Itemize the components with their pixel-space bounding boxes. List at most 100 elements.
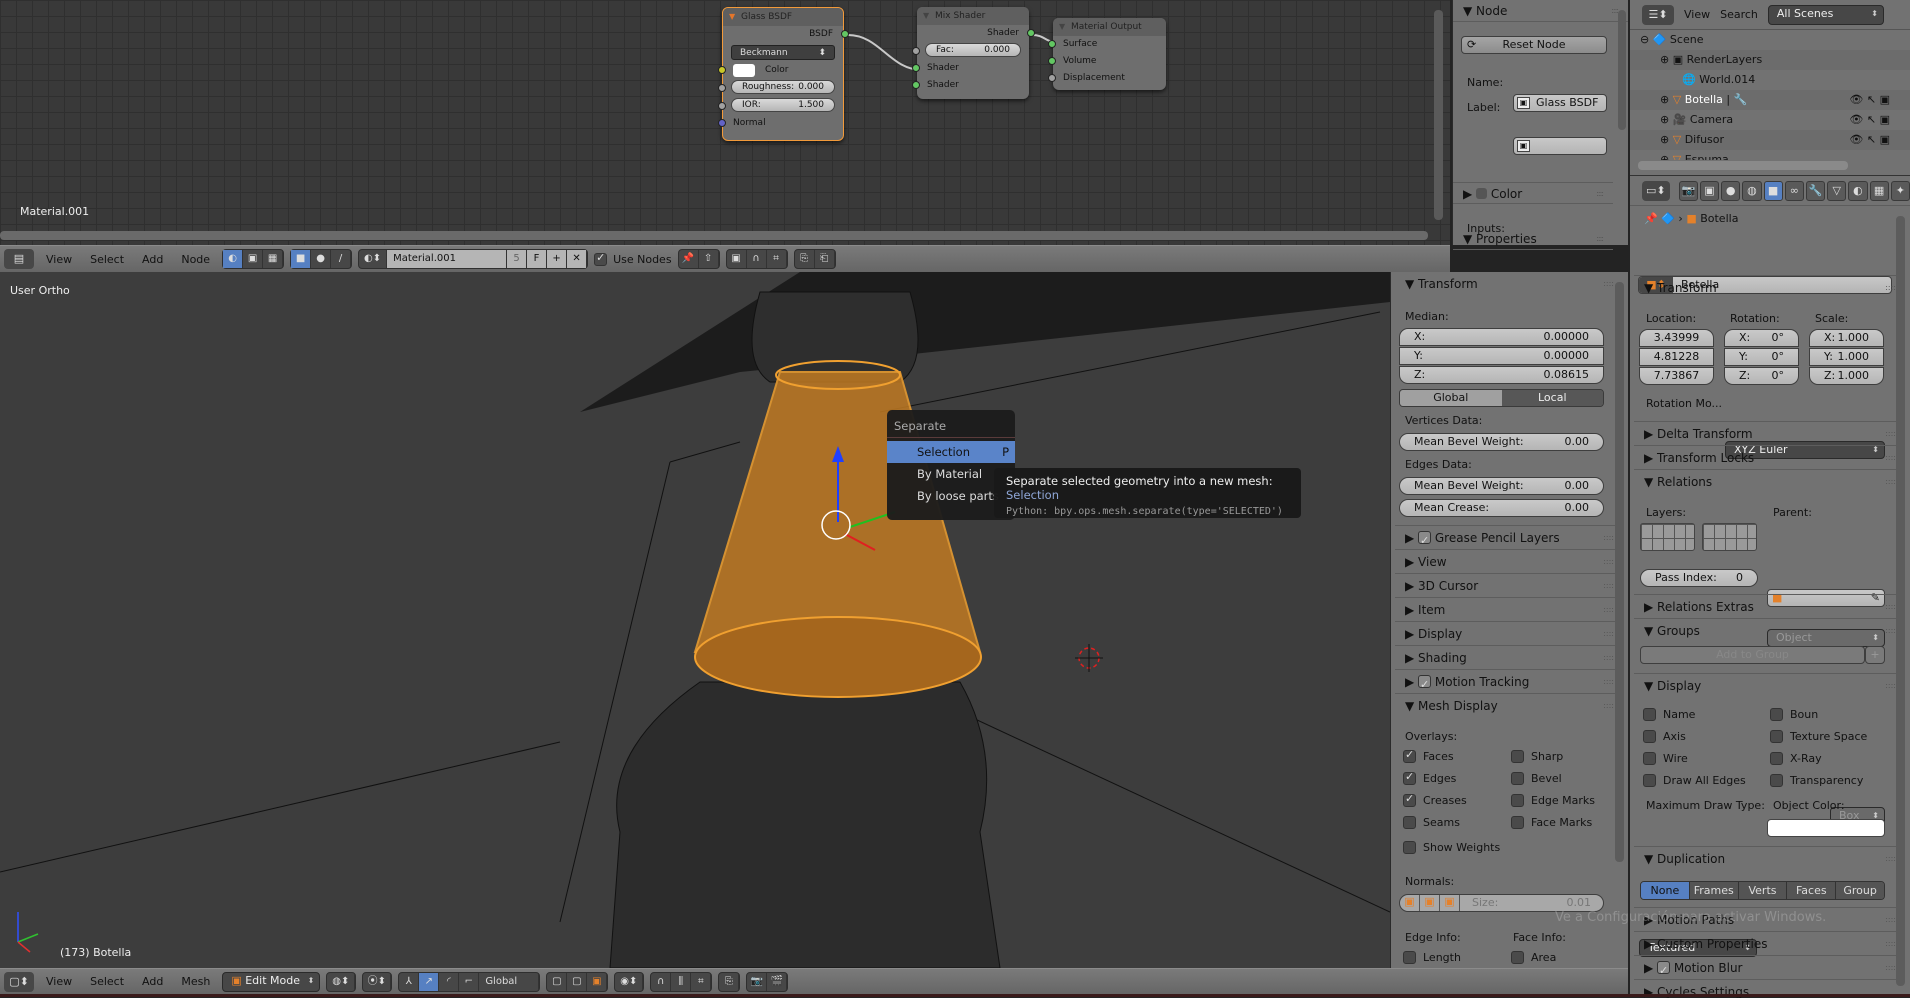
color-swatch[interactable] [733, 64, 755, 77]
collapse-icon[interactable]: ▼ [1059, 18, 1065, 36]
transform-section-header[interactable]: ▼ Transform:::: [1634, 275, 1902, 299]
display-section-header[interactable]: ▼ Display:::: [1634, 673, 1902, 697]
overlay-seams-checkbox[interactable] [1403, 816, 1416, 829]
add-to-group-button[interactable]: Add to Group [1640, 646, 1865, 664]
menu-node[interactable]: Node [175, 253, 216, 266]
menu-view[interactable]: View [40, 253, 78, 266]
users-count[interactable]: 5 [507, 250, 528, 268]
grease-pencil-checkbox[interactable] [1418, 529, 1432, 553]
copy-paste-group[interactable]: ⎘ ⎗ [793, 249, 836, 269]
node-label-field[interactable]: ▣ [1513, 137, 1607, 155]
fac-socket[interactable] [912, 47, 920, 55]
outliner-menu-search[interactable]: Search [1720, 8, 1758, 21]
viewport-shading-dropdown[interactable]: ◍⬍ [326, 971, 357, 992]
displacement-socket[interactable] [1048, 74, 1056, 82]
outliner-item-renderlayers[interactable]: ⊕ ▣ RenderLayers [1630, 50, 1910, 70]
split-normals-toggle-icon[interactable]: ▣ [1420, 895, 1440, 911]
unlink-icon[interactable]: ✕ [567, 250, 588, 268]
transform-locks-section[interactable]: ▶ Transform Locks:::: [1634, 445, 1902, 469]
mix-shader-node[interactable]: ▼ Mix Shader Shader Fac: 0.000 Shader Shad… [912, 7, 1035, 99]
shading-section[interactable]: ▶ Shading:::: [1395, 645, 1620, 669]
3d-cursor-section[interactable]: ▶ 3D Cursor:::: [1395, 573, 1620, 597]
render-tab-icon[interactable]: 📷 [1678, 180, 1698, 201]
panel-scrollbar[interactable] [1618, 10, 1626, 130]
ior-socket[interactable] [718, 102, 726, 110]
face-normals-toggle-icon[interactable]: ▣ [1440, 895, 1460, 911]
location-x-field[interactable]: 3.43999 [1639, 329, 1714, 347]
display-texture-space-checkbox[interactable] [1770, 730, 1783, 743]
shader-type-group[interactable]: ◐ ▣ ▦ [222, 249, 285, 269]
layers-grid-1[interactable] [1640, 523, 1695, 551]
overlay-face-marks-checkbox[interactable] [1511, 816, 1524, 829]
shader-output-socket[interactable] [1027, 29, 1035, 37]
location-z-field[interactable]: 7.73867 [1639, 367, 1714, 385]
add-group-plus-button[interactable]: + [1865, 646, 1885, 664]
normals-size-field[interactable]: Size: 0.01 [1460, 895, 1603, 911]
material-tab-icon[interactable]: ◐ [1848, 180, 1868, 201]
distribution-dropdown[interactable]: Beckmann⬍ [731, 45, 835, 60]
overlay-edges-checkbox[interactable] [1403, 770, 1416, 785]
display-section[interactable]: ▶ Display:::: [1395, 621, 1620, 645]
transform-section-header[interactable]: ▼ Transform:::: [1395, 272, 1620, 296]
outliner-item-difusor[interactable]: ⊕ ▽ Difusor 👁 ↖ ▣ [1630, 130, 1910, 150]
motion-blur-section[interactable]: ▶ Motion Blur:::: [1634, 955, 1902, 983]
display-xray-checkbox[interactable] [1770, 752, 1783, 765]
location-y-field[interactable]: 4.81228 [1639, 348, 1714, 366]
pin-icon[interactable]: 📌 [1644, 212, 1658, 225]
roughness-field[interactable]: Roughness: 0.000 [731, 80, 835, 94]
ior-field[interactable]: IOR: 1.500 [731, 98, 835, 112]
outliner-item-camera[interactable]: ⊕ 🎥 Camera 👁 ↖ ▣ [1630, 110, 1910, 130]
outliner-h-scrollbar[interactable] [1638, 161, 1848, 170]
fake-user-button[interactable]: F [527, 250, 548, 268]
scale-y-field[interactable]: Y: 1.000 [1809, 348, 1884, 366]
new-material-icon[interactable]: + [547, 250, 568, 268]
outliner-menu-view[interactable]: View [1684, 8, 1710, 21]
editor-type-button[interactable]: ▭⬍ [1642, 180, 1670, 201]
shader-source-group[interactable]: ■ ● / [290, 249, 353, 269]
motion-paths-section[interactable]: ▶ Motion Paths:::: [1634, 907, 1902, 931]
menu-add[interactable]: Add [136, 253, 169, 266]
scale-x-field[interactable]: X: 1.000 [1809, 329, 1884, 347]
normal-socket[interactable] [718, 119, 726, 127]
node-editor[interactable]: ▼ Glass BSDF BSDF Beckmann ⬍ Color Roughne… [0, 0, 1450, 245]
relations-extras-section[interactable]: ▶ Relations Extras:::: [1634, 594, 1902, 618]
custom-properties-section[interactable]: ▶ Custom Properties:::: [1634, 931, 1902, 955]
reset-node-button[interactable]: ⟳ Reset Node [1461, 36, 1607, 54]
select-mode-group[interactable]: ▢ ▢ ▣ [546, 971, 609, 992]
overlay-sharp-checkbox[interactable] [1511, 750, 1524, 763]
manipulator-group[interactable]: ⅄ ↗ ◜ ⌐ Global [398, 971, 541, 992]
shader-input-2-socket[interactable] [912, 81, 920, 89]
local-toggle[interactable]: Local [1501, 390, 1603, 406]
shader-input-1-socket[interactable] [912, 64, 920, 72]
editor-type-button[interactable]: ▤ [4, 249, 34, 269]
duplication-section-header[interactable]: ▼ Duplication:::: [1634, 846, 1902, 870]
edge-length-checkbox[interactable] [1403, 951, 1416, 964]
editor-type-button[interactable]: ▢⬍ [4, 971, 34, 992]
object-color-swatch[interactable] [1767, 819, 1885, 837]
menu-select[interactable]: Select [84, 253, 130, 266]
duplication-faces[interactable]: Faces [1786, 882, 1836, 899]
menu-select[interactable]: Select [84, 975, 130, 988]
world-tab-icon[interactable]: ◍ [1742, 180, 1762, 201]
material-selector[interactable]: ◐⬍ Material.001 5 F + ✕ [358, 249, 589, 269]
constraints-tab-icon[interactable]: ∞ [1784, 180, 1804, 201]
3d-viewport[interactable]: User Ortho (173) Botella Separate Select… [0, 272, 1390, 968]
rotation-x-field[interactable]: X: 0° [1724, 329, 1799, 347]
node-name-field[interactable]: ▣ Glass BSDF [1513, 94, 1607, 112]
material-output-node[interactable]: ▼ Material Output Surface Volume Displace… [1048, 18, 1166, 90]
glass-bsdf-node[interactable]: ▼ Glass BSDF BSDF Beckmann ⬍ Color Roughne… [718, 7, 849, 141]
orientation-dropdown[interactable]: Global [479, 972, 540, 991]
duplication-group[interactable]: Group [1835, 882, 1884, 899]
material-name-field[interactable]: Material.001 [387, 250, 508, 268]
duplication-none[interactable]: None [1641, 882, 1689, 899]
scale-z-field[interactable]: Z: 1.000 [1809, 367, 1884, 385]
item-section[interactable]: ▶ Item:::: [1395, 597, 1620, 621]
outliner-item-world[interactable]: 🌐 World.014 [1630, 70, 1910, 90]
motion-tracking-checkbox[interactable] [1418, 673, 1432, 697]
display-name-checkbox[interactable] [1643, 708, 1656, 721]
display-mode-button[interactable]: ☰⬍ [1642, 4, 1674, 25]
volume-socket[interactable] [1048, 57, 1056, 65]
render-layers-tab-icon[interactable]: ▣ [1699, 180, 1720, 201]
proportional-edit[interactable]: ◉⬍ [614, 971, 645, 992]
delta-transform-section[interactable]: ▶ Delta Transform:::: [1634, 421, 1902, 445]
